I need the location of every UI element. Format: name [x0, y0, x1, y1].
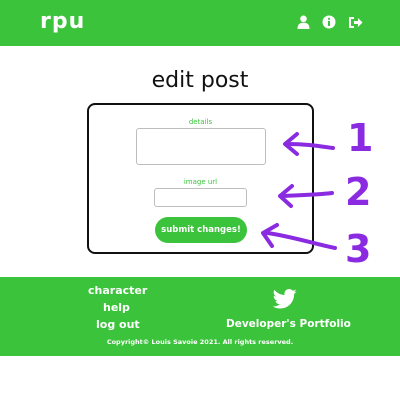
footer-link-character[interactable]: character [88, 284, 147, 297]
annotation-number-3: 3 [345, 227, 371, 271]
app-logo[interactable]: rpu [40, 9, 85, 34]
user-icon[interactable] [295, 14, 311, 30]
details-label: details [188, 118, 213, 126]
details-textarea[interactable] [136, 128, 266, 165]
page-title: edit post [151, 68, 249, 93]
navbar: rpu [0, 0, 400, 46]
annotation-number-1: 1 [347, 116, 373, 160]
footer: character help log out Developer's Portf… [0, 277, 400, 356]
image-url-input[interactable] [154, 188, 247, 207]
copyright-text: Copyright© Louis Savoie 2021. All rights… [106, 338, 294, 346]
logout-icon[interactable] [347, 14, 363, 30]
info-icon[interactable] [321, 14, 337, 30]
edit-post-form: details image url submit changes! [87, 103, 314, 254]
developer-portfolio-link[interactable]: Developer's Portfolio [226, 318, 351, 330]
footer-link-log-out[interactable]: log out [96, 318, 140, 331]
footer-link-help[interactable]: help [103, 301, 130, 314]
image-url-label: image url [183, 178, 218, 186]
annotation-number-2: 2 [345, 170, 371, 214]
submit-changes-button[interactable]: submit changes! [155, 217, 247, 243]
twitter-icon[interactable] [273, 289, 297, 309]
